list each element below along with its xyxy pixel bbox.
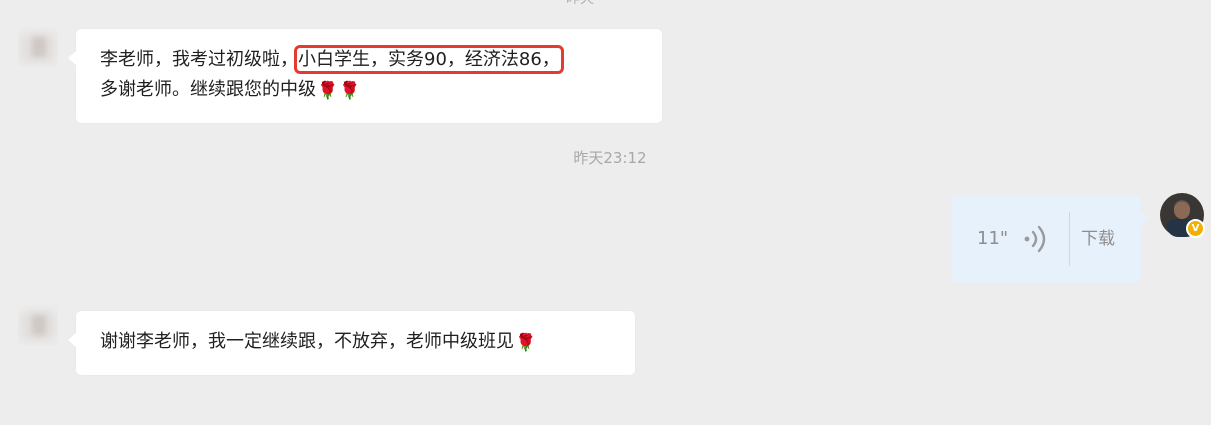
- voice-duration: 11": [977, 228, 1009, 249]
- message-1-text-part2: 多谢老师。继续跟您的中级: [100, 79, 316, 100]
- voice-divider: [1069, 212, 1070, 266]
- avatar-sender-2[interactable]: [18, 305, 58, 345]
- voice-message-bubble[interactable]: 11" 下载: [951, 195, 1149, 283]
- avatar-sender-1[interactable]: [18, 27, 58, 67]
- download-button[interactable]: 下载: [1081, 229, 1115, 249]
- vip-badge: V: [1186, 219, 1205, 238]
- rose-emoji: 🌹: [515, 333, 537, 353]
- message-2-text: 谢谢李老师，我一定继续跟，不放弃，老师中级班见: [100, 331, 514, 352]
- top-time-fragment: 昨天: [566, 0, 606, 4]
- voice-wave-icon: [1024, 225, 1046, 253]
- message-bubble-2[interactable]: 谢谢李老师，我一定继续跟，不放弃，老师中级班见🌹: [68, 311, 635, 375]
- message-bubble-1[interactable]: 李老师，我考过初级啦，小白学生，实务90，经济法86， 多谢老师。继续跟您的中级…: [68, 29, 662, 123]
- message-timestamp: 昨天23:12: [573, 149, 647, 167]
- rose-emoji: 🌹: [317, 81, 339, 101]
- avatar-self[interactable]: V: [1160, 193, 1205, 238]
- message-1-highlight: 小白学生，实务90，经济法86，: [294, 45, 564, 74]
- rose-emoji: 🌹: [339, 81, 361, 101]
- message-1-text-part1: 李老师，我考过初级啦，: [100, 49, 298, 70]
